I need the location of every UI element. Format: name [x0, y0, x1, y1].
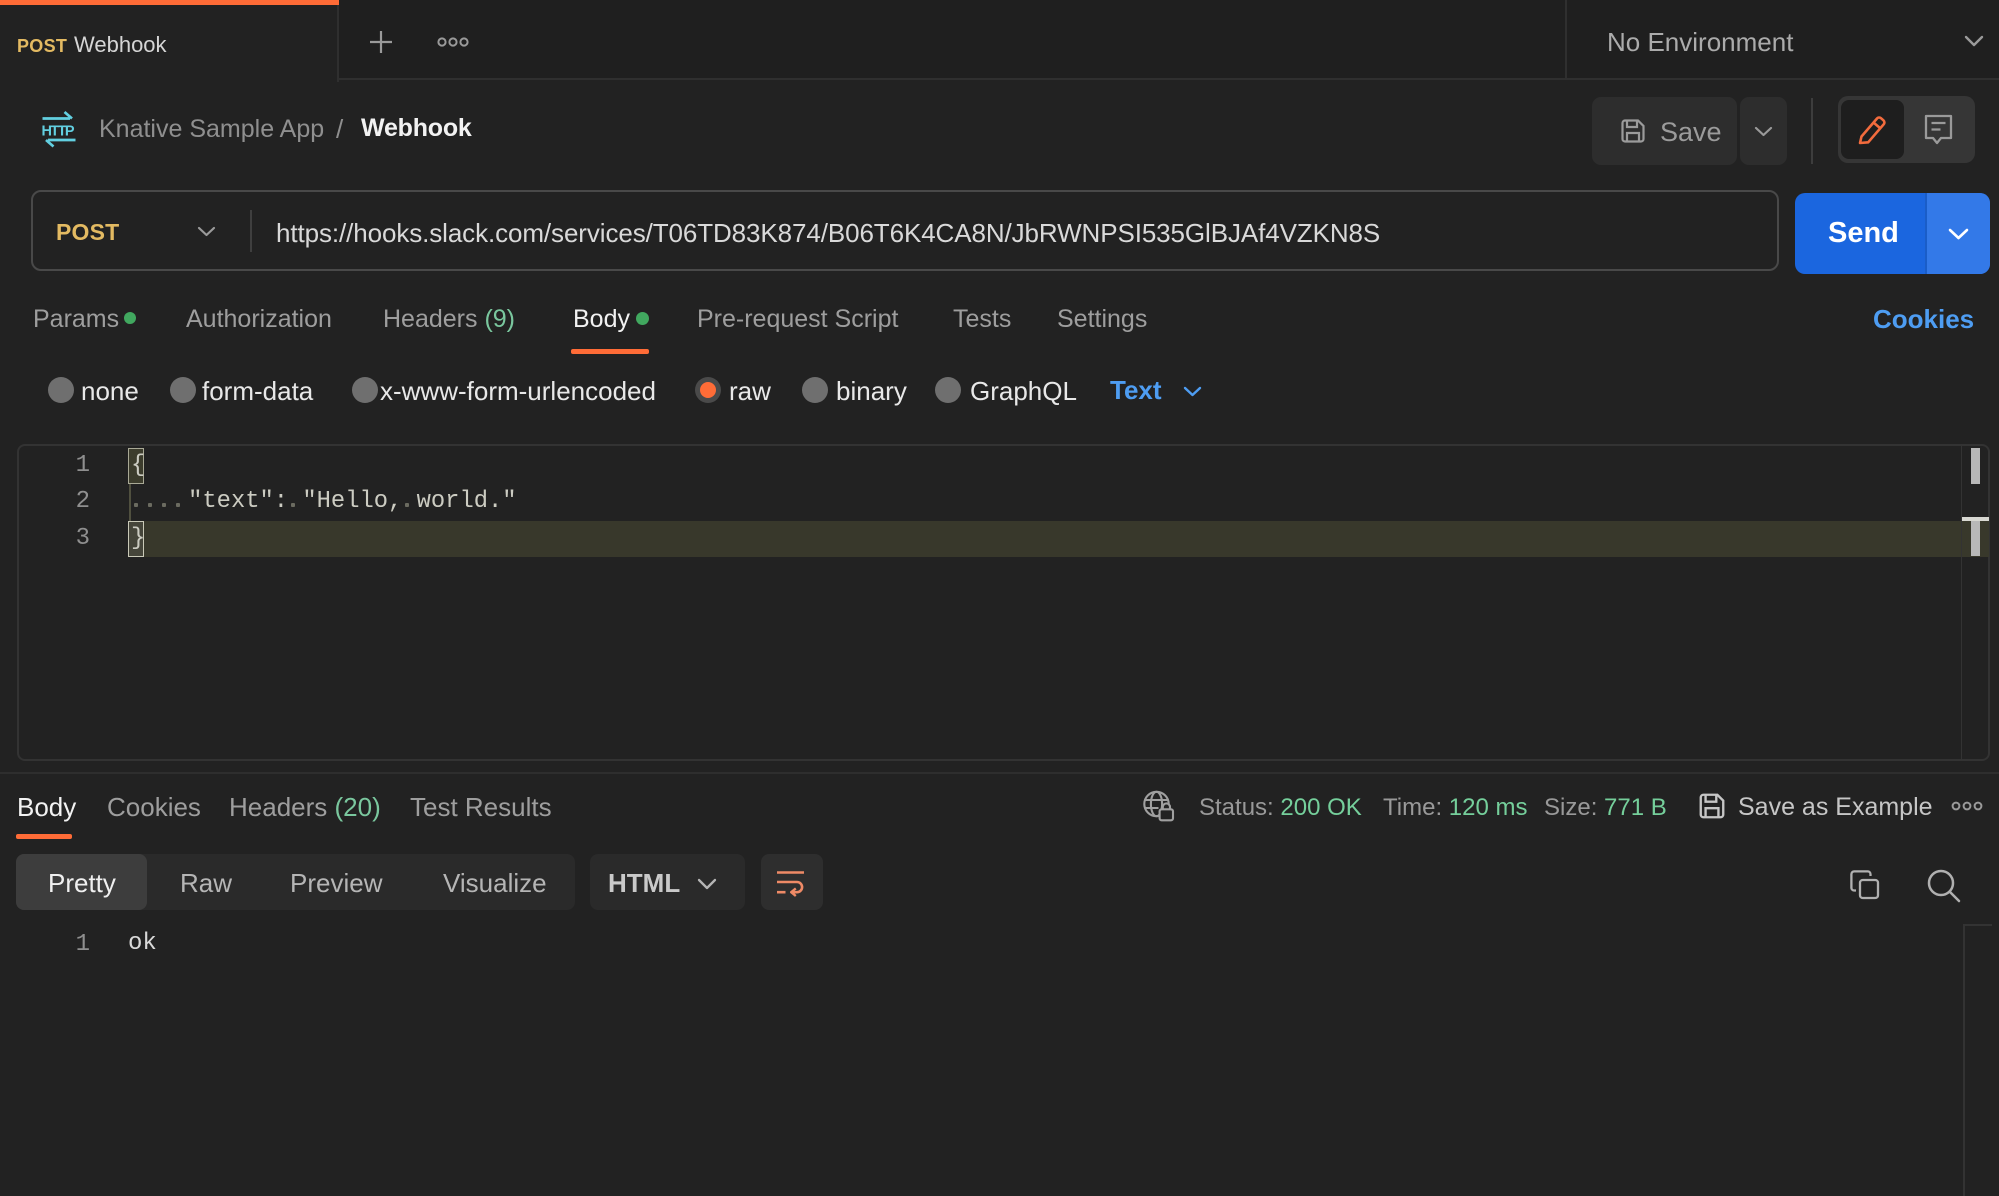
- svg-text:HTTP: HTTP: [42, 124, 75, 140]
